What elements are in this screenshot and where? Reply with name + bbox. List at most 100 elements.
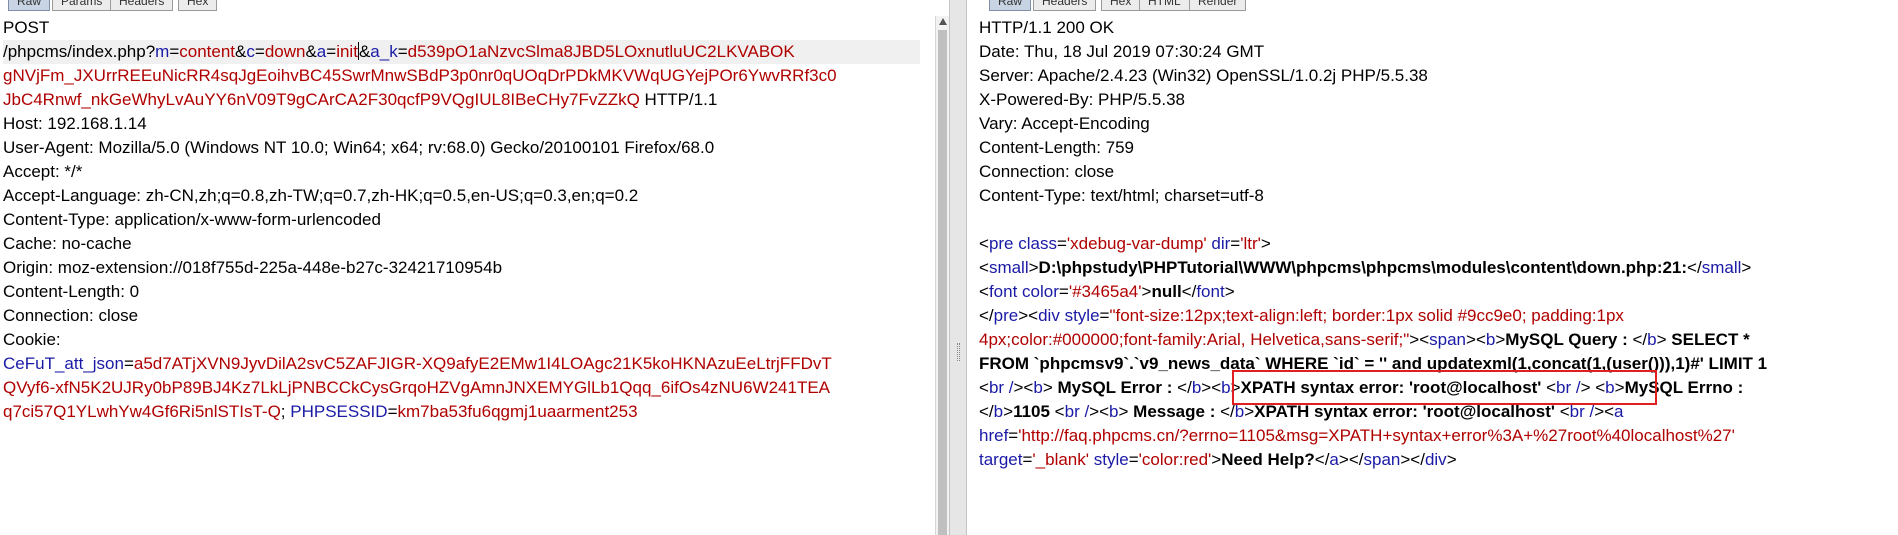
request-tabbar: Raw Params Headers Hex <box>0 0 940 12</box>
response-pane: Raw Headers Hex HTML Render HTTP/1.1 200… <box>967 0 1898 535</box>
response-body-line: FROM `phpcmsv9`.`v9_news_data` WHERE `id… <box>979 352 1892 376</box>
html-attr-name: style <box>1064 306 1100 325</box>
param-value: init <box>336 42 358 61</box>
html-tag: b <box>1647 330 1657 349</box>
response-viewer[interactable]: HTTP/1.1 200 OK Date: Thu, 18 Jul 2019 0… <box>979 16 1892 472</box>
tab-request-raw[interactable]: Raw <box>8 0 51 11</box>
html-attr-value: 'ltr' <box>1240 234 1261 253</box>
http-protocol: HTTP/1.1 <box>639 90 718 109</box>
request-header: Cache: no-cache <box>3 234 132 253</box>
html-attr-name: dir <box>1211 234 1231 253</box>
html-attr-value: 'xdebug-var-dump' <box>1066 234 1207 253</box>
html-attr-name: href <box>979 426 1009 445</box>
url-path: /phpcms/index.php? <box>3 42 156 61</box>
request-header: Content-Type: application/x-www-form-url… <box>3 210 381 229</box>
tab-response-render[interactable]: Render <box>1189 0 1247 11</box>
html-tag: b <box>993 402 1004 421</box>
message-text: XPATH syntax error: 'root@localhost' <box>1254 402 1555 421</box>
cookie-value: km7ba53fu6qgmj1uaarment253 <box>397 402 638 421</box>
param-value: content <box>179 42 236 61</box>
response-header: Connection: close <box>979 162 1115 181</box>
response-body-line: <small>D:\phpstudy\PHPTutorial\WWW\phpcm… <box>979 258 1752 277</box>
html-tag: br / <box>988 378 1014 397</box>
response-header: HTTP/1.1 200 OK <box>979 18 1115 37</box>
xpath-error-text: XPATH syntax error: 'root@localhost' <box>1240 378 1542 397</box>
tab-request-headers[interactable]: Headers <box>110 0 174 11</box>
html-attr-name: class <box>1018 234 1057 253</box>
request-method: POST <box>3 18 50 37</box>
html-tag: small <box>1701 258 1742 277</box>
response-body-line: <pre class='xdebug-var-dump' dir='ltr'> <box>979 234 1271 253</box>
tab-response-hex[interactable]: Hex <box>1101 0 1141 11</box>
request-header: Cookie: <box>3 330 61 349</box>
html-tag: a <box>1329 450 1339 469</box>
response-body-line: </pre><div style="font-size:12px;text-al… <box>979 306 1624 325</box>
html-tag: b <box>1191 378 1202 397</box>
html-attr-name: style <box>1093 450 1129 469</box>
message-label: Message : <box>1128 402 1221 421</box>
html-tag: span <box>1363 450 1401 469</box>
response-header: Content-Length: 759 <box>979 138 1135 157</box>
response-header: Vary: Accept-Encoding <box>979 114 1150 133</box>
param-key: c <box>246 42 255 61</box>
sql-query-text: FROM `phpcmsv9`.`v9_news_data` WHERE `id… <box>979 354 1768 373</box>
html-tag: br / <box>1569 402 1595 421</box>
request-url-line: gNVjFm_JXUrrREEuNicRR4sqJgEoihvBC45SwrMn… <box>3 64 920 88</box>
param-value: JbC4Rnwf_nkGeWhyLvAuYY6nV09T9gCArCA2F30q… <box>3 90 640 109</box>
response-body-line: <font color='#3465a4'>null</font> <box>979 282 1235 301</box>
cookie-key: CeFuT_att_json <box>3 354 124 373</box>
html-tag: div <box>1424 450 1447 469</box>
param-value: d539pO1aNzvcSlma8JBD5LOxnutluUC2LKVABOK <box>407 42 795 61</box>
cookie-separator: ; <box>280 402 291 421</box>
html-tag: a <box>1614 402 1624 421</box>
request-header: Content-Length: 0 <box>3 282 140 301</box>
html-tag: br / <box>1064 402 1090 421</box>
response-tabbar: Raw Headers Hex HTML Render <box>967 0 1898 12</box>
param-value: down <box>264 42 306 61</box>
html-attr-value: "font-size:12px;text-align:left; border:… <box>1109 306 1624 325</box>
param-key: m <box>155 42 170 61</box>
tab-response-raw[interactable]: Raw <box>989 0 1032 11</box>
request-pane: Raw Params Headers Hex POST /phpcms/inde… <box>0 0 940 535</box>
response-body-line: target='_blank' style='color:red'>Need H… <box>979 450 1457 469</box>
request-url-line: JbC4Rnwf_nkGeWhyLvAuYY6nV09T9gCArCA2F30q… <box>3 88 920 112</box>
tab-request-params[interactable]: Params <box>52 0 112 11</box>
splitter-grip-icon[interactable] <box>957 343 960 361</box>
request-scrollbar[interactable] <box>935 16 949 535</box>
cookie-line: q7ci57Q1YLwhYw4Gf6Ri5nlSTIsT-Q; PHPSESSI… <box>3 402 638 421</box>
request-url-line: /phpcms/index.php?m=content&c=down&a=ini… <box>3 40 920 64</box>
help-link-url[interactable]: 'http://faq.phpcms.cn/?errno=1105&msg=XP… <box>1018 426 1735 445</box>
response-header: Server: Apache/2.4.23 (Win32) OpenSSL/1.… <box>979 66 1428 85</box>
tab-request-hex[interactable]: Hex <box>178 0 218 11</box>
cookie-key: PHPSESSID <box>290 402 388 421</box>
html-attr-value: 'color:red' <box>1138 450 1212 469</box>
tab-response-headers[interactable]: Headers <box>1033 0 1097 11</box>
response-body-line: <br /><b> MySQL Error : </b><b>XPATH syn… <box>979 378 1744 397</box>
mysql-query-label: MySQL Query : <box>1505 330 1633 349</box>
scroll-up-arrow-icon[interactable] <box>939 18 947 25</box>
html-tag: font <box>1196 282 1225 301</box>
response-body-line: href='http://faq.phpcms.cn/?errno=1105&m… <box>979 426 1735 445</box>
html-tag: b <box>1033 378 1043 397</box>
mysql-error-label: MySQL Error : <box>1052 378 1178 397</box>
null-text: null <box>1151 282 1182 301</box>
text-caret <box>357 42 359 60</box>
response-body-line: </b>1105 <br /><b> Message : </b>XPATH s… <box>979 402 1624 421</box>
request-editor[interactable]: POST /phpcms/index.php?m=content&c=down&… <box>3 16 920 424</box>
response-header: Date: Thu, 18 Jul 2019 07:30:24 GMT <box>979 42 1265 61</box>
request-header: Origin: moz-extension://018f755d-225a-44… <box>3 258 503 277</box>
tab-response-html[interactable]: HTML <box>1139 0 1190 11</box>
cookie-line: QVyf6-xfN5K2UJRy0bP89BJ4Kz7LkLjPNBCCkCys… <box>3 376 920 400</box>
html-tag: b <box>1605 378 1615 397</box>
response-body-line: 4px;color:#000000;font-family:Arial, Hel… <box>979 330 1750 349</box>
param-key: a_k <box>370 42 398 61</box>
response-header: Content-Type: text/html; charset=utf-8 <box>979 186 1264 205</box>
request-header: User-Agent: Mozilla/5.0 (Windows NT 10.0… <box>3 138 715 157</box>
need-help-text: Need Help? <box>1221 450 1315 469</box>
scrollbar-thumb[interactable] <box>938 30 947 535</box>
html-attr-value: 4px;color:#000000;font-family:Arial, Hel… <box>979 330 1410 349</box>
html-tag: span <box>1429 330 1467 349</box>
errno-value: 1105 <box>1013 402 1055 421</box>
pane-splitter[interactable] <box>949 0 967 535</box>
